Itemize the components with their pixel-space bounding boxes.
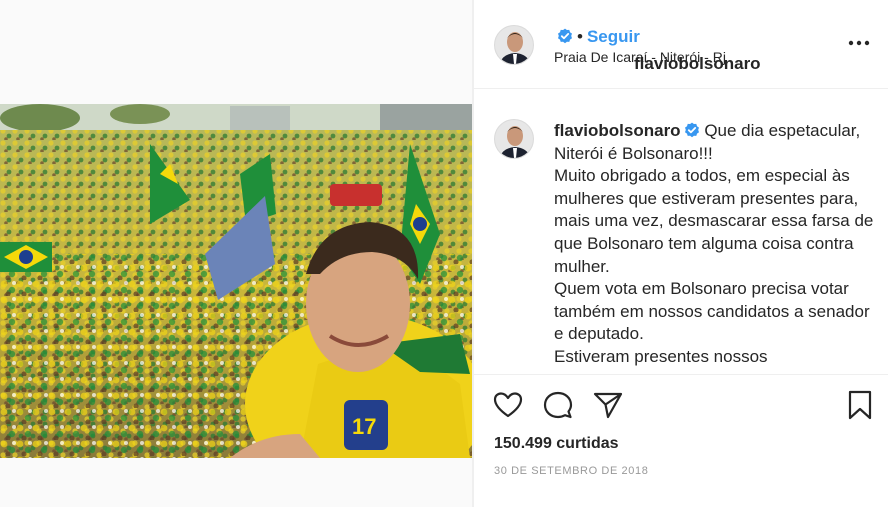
caption-section: flaviobolsonaro Que dia espetacular, Nit… bbox=[474, 100, 888, 374]
post-date[interactable]: 30 DE SETEMBRO DE 2018 bbox=[494, 465, 648, 477]
heart-icon[interactable] bbox=[492, 389, 524, 421]
media-column: 17 bbox=[0, 0, 473, 507]
actions-section: 150.499 curtidas 30 DE SETEMBRO DE 2018 bbox=[474, 374, 888, 507]
caption-text: flaviobolsonaro Que dia espetacular, Nit… bbox=[554, 120, 874, 369]
svg-text:17: 17 bbox=[352, 414, 376, 439]
instagram-post-view: 17 flaviobolsonaro • Seguir Praia De Icar bbox=[0, 0, 888, 507]
follow-button[interactable]: Seguir bbox=[587, 27, 640, 46]
post-location[interactable]: Praia De Icaraí - Niterói - Rj bbox=[554, 49, 726, 65]
author-avatar[interactable] bbox=[494, 25, 534, 65]
header-title-line: flaviobolsonaro • Seguir bbox=[554, 27, 761, 73]
post-photo[interactable]: 17 bbox=[0, 104, 472, 458]
more-options-icon[interactable] bbox=[847, 33, 871, 53]
likes-count[interactable]: 150.499 curtidas bbox=[494, 435, 619, 453]
verified-badge-icon bbox=[557, 28, 573, 44]
paper-plane-icon[interactable] bbox=[592, 389, 624, 421]
post-side-panel: flaviobolsonaro • Seguir Praia De Icaraí -… bbox=[473, 0, 888, 507]
caption-body: Que dia espetacular, Niterói é Bolsonaro… bbox=[554, 121, 874, 366]
post-header: flaviobolsonaro • Seguir Praia De Icaraí -… bbox=[474, 0, 888, 89]
caption-avatar[interactable] bbox=[494, 119, 534, 159]
caption-username[interactable]: flaviobolsonaro bbox=[554, 121, 681, 140]
comment-bubble-icon[interactable] bbox=[542, 389, 574, 421]
separator-dot: • bbox=[577, 27, 583, 46]
bookmark-icon[interactable] bbox=[844, 389, 876, 421]
verified-badge-icon bbox=[684, 122, 700, 138]
